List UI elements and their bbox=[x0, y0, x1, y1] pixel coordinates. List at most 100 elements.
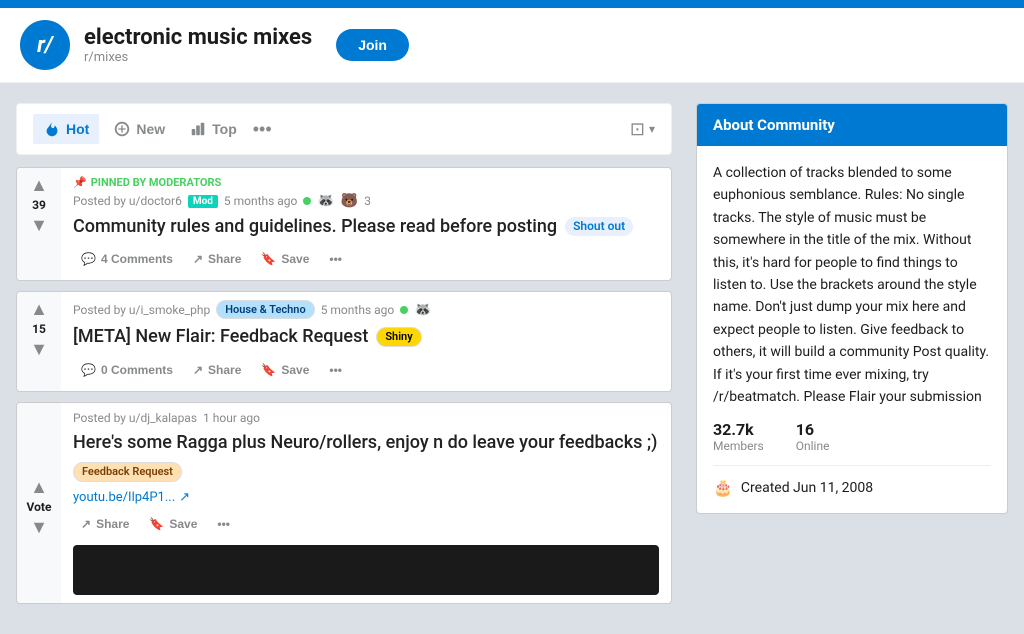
sort-top-button[interactable]: Top bbox=[179, 114, 247, 144]
save-button-2[interactable]: 🔖 Save bbox=[253, 357, 317, 383]
downvote-button-2[interactable]: ▼ bbox=[30, 340, 48, 358]
upvote-button-3[interactable]: ▲ bbox=[30, 478, 48, 496]
online-dot-2 bbox=[400, 306, 408, 314]
post-link-3[interactable]: youtu.be/Ilp4P1... ↗ bbox=[73, 490, 659, 505]
vote-count-2: 15 bbox=[32, 322, 46, 336]
post-card-1: ▲ 39 ▼ 📌 PINNED BY MODERATORS Posted by … bbox=[16, 167, 672, 281]
vote-column-3: ▲ Vote ▼ bbox=[17, 403, 61, 604]
post-body-3: Posted by u/dj_kalapas 1 hour ago Here's… bbox=[61, 403, 671, 604]
about-community-header: About Community bbox=[697, 104, 1007, 146]
upvote-button-1[interactable]: ▲ bbox=[30, 176, 48, 194]
pin-icon: 📌 bbox=[73, 176, 87, 189]
sort-new-label: New bbox=[136, 121, 165, 137]
sort-more-button[interactable]: ••• bbox=[253, 119, 272, 140]
post-flair-3[interactable]: Feedback Request bbox=[73, 462, 182, 482]
bookmark-icon-3: 🔖 bbox=[149, 517, 164, 531]
video-preview-3 bbox=[73, 545, 659, 595]
post-title-1: Community rules and guidelines. Please r… bbox=[73, 215, 659, 238]
more-button-2[interactable]: ••• bbox=[321, 357, 350, 383]
online-dot-1 bbox=[303, 197, 311, 205]
header: r/ electronic music mixes r/mixes Join bbox=[0, 8, 1024, 83]
about-community-card: About Community A collection of tracks b… bbox=[696, 103, 1008, 514]
share-button-3[interactable]: ↗ Share bbox=[73, 511, 137, 537]
award-icon-3: 🦝 bbox=[414, 302, 431, 318]
post-actions-2: 💬 0 Comments ↗ Share 🔖 Save ••• bbox=[73, 357, 659, 383]
online-stat: 16 Online bbox=[796, 420, 830, 453]
comment-icon-1: 💬 bbox=[81, 252, 96, 266]
share-icon-3: ↗ bbox=[81, 517, 91, 531]
post-body-2: Posted by u/i_smoke_php House & Techno 5… bbox=[61, 292, 671, 390]
flame-icon bbox=[43, 120, 61, 138]
subreddit-title: electronic music mixes bbox=[84, 25, 312, 50]
post-flair-1[interactable]: Shout out bbox=[565, 217, 633, 237]
online-count: 16 bbox=[796, 420, 830, 439]
external-link-icon: ↗ bbox=[179, 490, 190, 505]
post-card-3: ▲ Vote ▼ Posted by u/dj_kalapas 1 hour a… bbox=[16, 402, 672, 605]
post-actions-1: 💬 4 Comments ↗ Share 🔖 Save ••• bbox=[73, 246, 659, 272]
share-icon-2: ↗ bbox=[193, 363, 203, 377]
top-bar bbox=[0, 0, 1024, 8]
post-meta-3: Posted by u/dj_kalapas 1 hour ago bbox=[73, 411, 659, 425]
share-button-2[interactable]: ↗ Share bbox=[185, 357, 249, 383]
join-button[interactable]: Join bbox=[336, 29, 409, 61]
sort-view[interactable]: ⊡ ▾ bbox=[630, 119, 655, 140]
more-button-1[interactable]: ••• bbox=[321, 246, 350, 272]
members-label: Members bbox=[713, 439, 764, 453]
award-count-1: 3 bbox=[364, 194, 371, 208]
post-body-1: 📌 PINNED BY MODERATORS Posted by u/docto… bbox=[61, 168, 671, 280]
pre-flair-2[interactable]: House & Techno bbox=[216, 300, 315, 319]
bookmark-icon-1: 🔖 bbox=[261, 252, 276, 266]
post-time-1: 5 months ago bbox=[224, 194, 298, 208]
sort-bar: Hot New Top ••• ⊡ ▾ bbox=[16, 103, 672, 155]
more-button-3[interactable]: ••• bbox=[209, 511, 238, 537]
post-author-3: Posted by u/dj_kalapas bbox=[73, 411, 197, 425]
community-description: A collection of tracks blended to some e… bbox=[713, 162, 991, 408]
sort-hot-button[interactable]: Hot bbox=[33, 114, 99, 144]
vote-label-3: Vote bbox=[27, 500, 52, 514]
cake-icon: 🎂 bbox=[713, 478, 733, 497]
main-layout: Hot New Top ••• ⊡ ▾ ▲ 39 ▼ bbox=[0, 83, 1024, 634]
post-flair-2[interactable]: Shiny bbox=[376, 327, 421, 347]
created-label: Created Jun 11, 2008 bbox=[741, 480, 873, 496]
upvote-button-2[interactable]: ▲ bbox=[30, 300, 48, 318]
save-button-1[interactable]: 🔖 Save bbox=[253, 246, 317, 272]
sparkle-icon bbox=[113, 120, 131, 138]
pinned-label-1: 📌 PINNED BY MODERATORS bbox=[73, 176, 659, 189]
post-time-3: 1 hour ago bbox=[203, 411, 260, 425]
comments-button-2[interactable]: 💬 0 Comments bbox=[73, 357, 181, 383]
members-count: 32.7k bbox=[713, 420, 764, 439]
logo-text: r/ bbox=[37, 33, 53, 58]
online-label: Online bbox=[796, 439, 830, 453]
created-row: 🎂 Created Jun 11, 2008 bbox=[713, 465, 991, 497]
post-meta-1: Posted by u/doctor6 Mod 5 months ago 🦝 🐻… bbox=[73, 193, 659, 209]
save-button-3[interactable]: 🔖 Save bbox=[141, 511, 205, 537]
award-icon-2: 🐻 bbox=[341, 193, 358, 209]
post-author-2: Posted by u/i_smoke_php bbox=[73, 303, 210, 317]
bar-chart-icon bbox=[189, 120, 207, 138]
community-stats: 32.7k Members 16 Online bbox=[713, 420, 991, 453]
view-icon: ⊡ bbox=[630, 119, 645, 140]
vote-column-2: ▲ 15 ▼ bbox=[17, 292, 61, 390]
bookmark-icon-2: 🔖 bbox=[261, 363, 276, 377]
share-button-1[interactable]: ↗ Share bbox=[185, 246, 249, 272]
post-title-2: [META] New Flair: Feedback Request Shiny bbox=[73, 325, 659, 348]
post-time-2: 5 months ago bbox=[321, 303, 395, 317]
post-card-2: ▲ 15 ▼ Posted by u/i_smoke_php House & T… bbox=[16, 291, 672, 391]
members-stat: 32.7k Members bbox=[713, 420, 764, 453]
about-community-body: A collection of tracks blended to some e… bbox=[697, 146, 1007, 513]
downvote-button-3[interactable]: ▼ bbox=[30, 518, 48, 536]
comments-button-1[interactable]: 💬 4 Comments bbox=[73, 246, 181, 272]
sidebar: About Community A collection of tracks b… bbox=[696, 103, 1008, 614]
post-author-1: Posted by u/doctor6 bbox=[73, 194, 182, 208]
downvote-button-1[interactable]: ▼ bbox=[30, 216, 48, 234]
sub-handle: r/mixes bbox=[84, 50, 312, 65]
sort-hot-label: Hot bbox=[66, 121, 89, 137]
vote-count-1: 39 bbox=[32, 198, 46, 212]
share-icon-1: ↗ bbox=[193, 252, 203, 266]
sort-top-label: Top bbox=[212, 121, 237, 137]
award-icon-1: 🦝 bbox=[317, 193, 334, 209]
mod-badge-1: Mod bbox=[188, 195, 218, 208]
post-title-3: Here's some Ragga plus Neuro/rollers, en… bbox=[73, 431, 659, 483]
subreddit-logo[interactable]: r/ bbox=[20, 20, 70, 70]
sort-new-button[interactable]: New bbox=[103, 114, 175, 144]
